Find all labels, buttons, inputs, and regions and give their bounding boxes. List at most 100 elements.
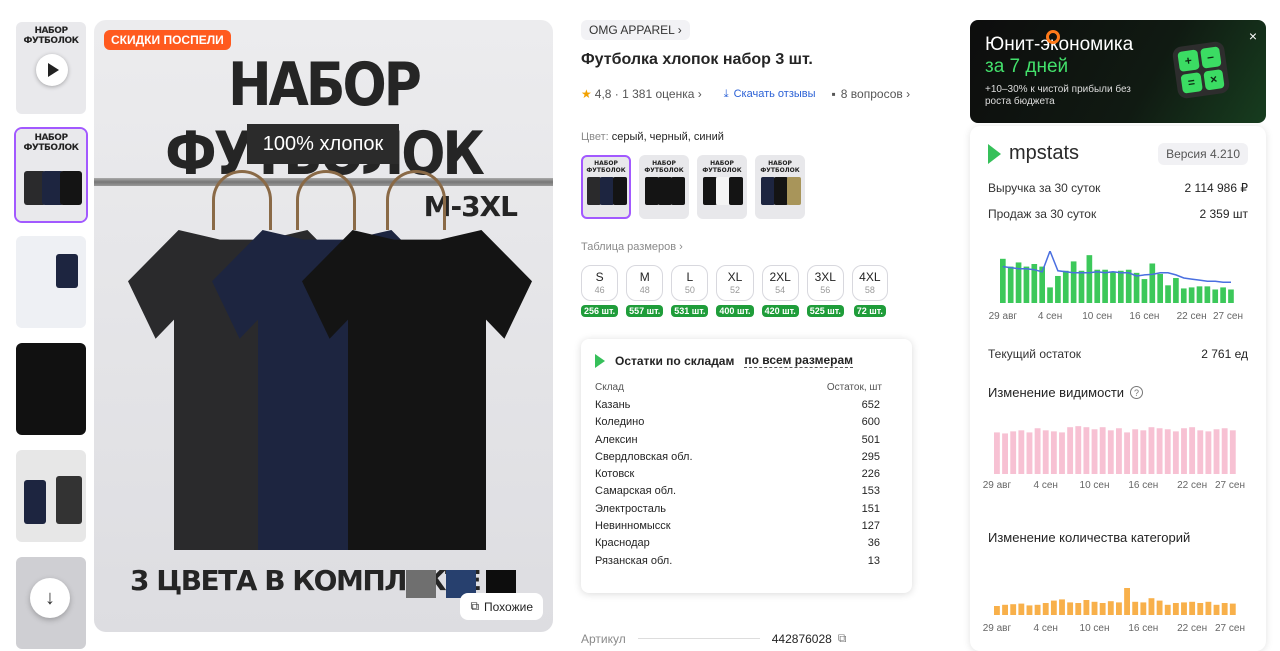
size-button[interactable]: 2XL 54 [761, 265, 799, 301]
size-option[interactable]: M 48 557 шт. [626, 265, 664, 319]
thumbnail-size-chart[interactable] [14, 234, 88, 330]
chart-bar [1042, 603, 1049, 615]
variant-navy-khaki[interactable]: НАБОР ФУТБОЛОК [755, 155, 805, 219]
chart-bar [1172, 431, 1179, 474]
size-ru: 46 [594, 285, 605, 295]
size-option[interactable]: 4XL 58 72 шт. [851, 265, 888, 319]
chart-bar [1099, 427, 1106, 474]
chart-bar [1107, 430, 1114, 474]
size-button[interactable]: XL 52 [716, 265, 754, 301]
thumbnail-models[interactable] [14, 448, 88, 544]
chart-bar [1062, 270, 1069, 303]
warehouse-row: Невинномысск 127 [595, 518, 898, 535]
size-button[interactable]: L 50 [671, 265, 709, 301]
chart-bar [1140, 602, 1147, 615]
brand-name: OMG APPAREL [589, 23, 675, 37]
chart-bar [1002, 433, 1008, 474]
close-icon[interactable]: × [1249, 28, 1257, 44]
size-label: 3XL [814, 270, 836, 284]
size-button[interactable]: 4XL 58 [851, 265, 888, 301]
chart-tick-label: 4 сен [1038, 311, 1062, 322]
chart-tick-label: 4 сен [1034, 480, 1058, 491]
chart-bar [1212, 289, 1219, 303]
main-product-image[interactable]: СКИДКИ ПОСПЕЛИ НАБОР ФУТБОЛОК 100% хлопо… [94, 20, 553, 632]
chevron-right-icon: › [694, 87, 702, 101]
chart-bar [1125, 269, 1132, 303]
thumbnail-selected[interactable]: НАБОР ФУТБОЛОК [14, 127, 88, 223]
questions-link[interactable]: 8 вопросов [841, 87, 903, 101]
sales-value: 2 359 шт [1199, 207, 1249, 221]
warehouse-qty: 153 [861, 485, 880, 498]
warehouse-name: Котовск [595, 468, 635, 481]
brand-link[interactable]: OMG APPAREL › [581, 20, 690, 40]
chart-bar [1229, 603, 1236, 615]
calculator-icon: + − = × [1171, 40, 1231, 100]
categories-chart[interactable]: 29 авг 4 сен 10 сен 16 сен 22 сен 27 сен [980, 585, 1250, 645]
size-button[interactable]: S 46 [581, 265, 619, 301]
similar-label: Похожие [484, 599, 533, 614]
chart-bar [1083, 427, 1090, 474]
similar-button[interactable]: ⧉ Похожие [460, 593, 543, 620]
help-icon[interactable]: ? [1130, 386, 1144, 399]
copy-icon[interactable]: ⧉ [838, 631, 847, 646]
chart-bar [1157, 273, 1163, 303]
size-filter-dropdown[interactable]: по всем размерам [744, 353, 853, 368]
size-table-link[interactable]: Таблица размеров › [581, 241, 941, 253]
size-stock-badge: 531 шт. [671, 305, 709, 317]
chart-bar [1116, 428, 1122, 474]
play-icon[interactable] [36, 54, 68, 86]
size-option[interactable]: 3XL 56 525 шт. [806, 265, 844, 319]
mpstats-header: mpstats Версия 4.210 [988, 142, 1248, 165]
variant-black-white[interactable]: НАБОР ФУТБОЛОК [697, 155, 747, 219]
chart-bar [1059, 599, 1065, 615]
size-option[interactable]: S 46 256 шт. [581, 265, 619, 319]
warehouse-qty: 151 [861, 502, 880, 515]
chart-bar [1205, 431, 1212, 474]
warehouse-row: Казань 652 [595, 397, 898, 414]
chart-bar [1075, 603, 1082, 615]
tee-image [60, 171, 82, 205]
thumbnail-image [16, 343, 86, 435]
variant-black[interactable]: НАБОР ФУТБОЛОК [639, 155, 689, 219]
size-option[interactable]: XL 52 400 шт. [716, 265, 754, 319]
hero-title: НАБОР ФУТБОЛОК [165, 51, 485, 189]
size-option[interactable]: L 50 531 шт. [671, 265, 709, 319]
variant-gray-black-navy[interactable]: НАБОР ФУТБОЛОК [581, 155, 631, 219]
mpstats-logo[interactable]: mpstats [988, 142, 1079, 165]
warehouse-qty: 652 [861, 399, 880, 411]
size-ru: 52 [729, 285, 740, 295]
sales-row: Продаж за 30 суток 2 359 шт [988, 207, 1248, 221]
size-button[interactable]: M 48 [626, 265, 664, 301]
download-reviews-link[interactable]: Скачать отзывы [734, 88, 816, 100]
chevron-right-icon: › [679, 241, 683, 253]
ad-banner[interactable]: Юнит-экономика за 7 дней +10–30% к чисто… [970, 20, 1266, 123]
promo-badge: СКИДКИ ПОСПЕЛИ [104, 30, 231, 50]
warehouse-rows: Казань 652 Коледино 600 Алексин 501 Свердловск… [595, 397, 898, 570]
size-option[interactable]: 2XL 54 420 шт. [761, 265, 799, 319]
scroll-down-button[interactable]: ↓ [30, 578, 70, 618]
reviews-link[interactable]: 1 381 оценка [622, 87, 694, 101]
questions-icon: ▪ [831, 87, 836, 101]
chart-bar [1047, 287, 1053, 303]
thumbnail-video[interactable]: НАБОР ФУТБОЛОК [14, 20, 88, 116]
thumbnail-details[interactable] [14, 341, 88, 437]
chart-tick-label: 29 авг [983, 480, 1012, 491]
warehouse-qty: 127 [861, 520, 880, 533]
visibility-chart[interactable]: 29 авг 4 сен 10 сен 16 сен 22 сен 27 сен [980, 422, 1250, 492]
chart-bar [1116, 602, 1122, 615]
warehouse-row: Коледино 600 [595, 414, 898, 431]
chart-bar [1156, 600, 1163, 615]
version-badge: Версия 4.210 [1158, 142, 1248, 165]
chart-bar [1124, 588, 1130, 615]
mpstats-logo-icon [988, 143, 1001, 164]
categories-section: Изменение количества категорий [988, 530, 1248, 545]
variant-title: НАБОР ФУТБОЛОК [644, 160, 684, 174]
size-button[interactable]: 3XL 56 [806, 265, 844, 301]
chart-tick-label: 4 сен [1034, 623, 1058, 634]
chart-bar [1067, 602, 1074, 615]
chart-tick-label: 27 сен [1215, 480, 1245, 491]
revenue-label: Выручка за 30 суток [988, 181, 1101, 195]
chart-bar [1070, 261, 1077, 303]
chart-bar [1148, 427, 1155, 474]
sales-chart[interactable]: 29 авг 4 сен 10 сен 16 сен 22 сен 27 сен [988, 251, 1248, 331]
